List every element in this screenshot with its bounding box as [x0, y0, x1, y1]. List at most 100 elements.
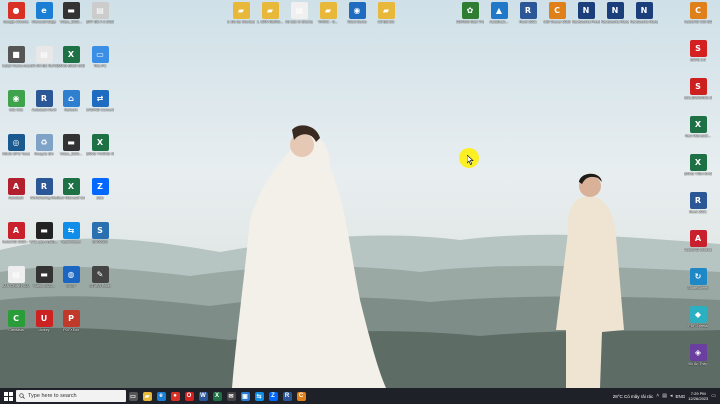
desktop-shortcut[interactable]: ▤ VE bản in Shortcut — [285, 2, 313, 24]
desktop-shortcut[interactable]: ▬ Video_2023... — [30, 266, 58, 288]
desktop-shortcut-label: Microsoft Edge — [32, 20, 56, 24]
desktop-shortcut[interactable]: NNavisworks Freedom 2016 — [572, 2, 600, 24]
desktop-shortcut[interactable]: ▤BẢN CHỈNH SỬA NGHIỆM THU — [2, 266, 30, 288]
desktop-shortcut[interactable]: ▬ BẢN ĐỒ PHẦN... — [30, 222, 58, 244]
edge-icon: e — [35, 2, 53, 19]
desktop-shortcut[interactable]: ↻ ShareScreen — [684, 268, 712, 290]
excel-icon: X — [62, 46, 80, 63]
desktop-shortcut[interactable]: S SAFE 2.0 — [684, 40, 712, 62]
desktop-shortcut[interactable]: ◎ ASUS GPU Tweak — [2, 134, 30, 156]
desktop-shortcut[interactable]: ◆ PDF Xpress — [684, 306, 712, 328]
desktop-shortcut[interactable]: ◉ Cốc Cốc — [2, 90, 30, 112]
teamviewer-icon: ⇆ — [62, 222, 80, 239]
folder-icon: ▰ — [261, 2, 279, 19]
desktop-shortcut[interactable]: SSOLIDWORKS 2023 — [684, 78, 712, 100]
desktop-shortcut[interactable]: P PDFXEdit — [57, 310, 85, 332]
revit-icon: R — [519, 2, 537, 19]
taskbar-app-button[interactable]: O — [182, 388, 196, 404]
desktop-shortcut[interactable]: ⇆ TeamViewer — [57, 222, 85, 244]
desktop-shortcut[interactable]: ● Google Chrome — [2, 2, 30, 24]
desktop-shortcut[interactable]: ▲ AutoDesk... — [485, 2, 513, 24]
taskbar-app-button[interactable]: ▭ — [126, 388, 140, 404]
desktop-shortcut[interactable]: X New Microsoft... — [684, 116, 712, 138]
desktop-shortcut[interactable]: ▤ ĐỒ ÁN BỂ NƯỚC — [30, 46, 58, 68]
word-icon: W — [198, 391, 208, 401]
converter-icon: ⇄ — [91, 90, 109, 107]
desktop-shortcut[interactable]: ✿ADINSS Start Thống Kê... — [456, 2, 484, 24]
taskbar-app-button[interactable]: ▰ — [140, 388, 154, 404]
desktop-shortcut-label: Video_2023... — [59, 152, 83, 156]
desktop-shortcut[interactable]: XBẢNG TÍNH KHỐI LƯỢNG — [684, 154, 712, 176]
taskbar-app-button[interactable]: Z — [266, 388, 280, 404]
desktop-shortcut[interactable]: X BẢNG THỐNG KÊ — [86, 134, 114, 156]
desktop-shortcut[interactable]: ■Install Vrsmo AutoCAD 2020 — [2, 46, 30, 68]
desktop-shortcut[interactable]: C CSI Viewer 2019 — [543, 2, 571, 24]
desktop-shortcut[interactable]: R Revit 2021 — [684, 192, 712, 214]
etabs-icon: ✎ — [91, 266, 109, 283]
weather-widget[interactable]: 28°C Có mây rải rác — [613, 394, 654, 399]
desktop-shortcut[interactable]: U Unikey — [30, 310, 58, 332]
taskbar-app-button[interactable]: ▣ — [238, 388, 252, 404]
taskbar-app-button[interactable]: ● — [168, 388, 182, 404]
desktop-shortcut[interactable]: ▬ Video_2023... — [57, 2, 85, 24]
taskbar-app-button[interactable]: X — [210, 388, 224, 404]
desktop-shortcut[interactable]: ▰ 1. BẢN NEWS... — [256, 2, 284, 24]
taskbar-app-button[interactable]: C — [294, 388, 308, 404]
desktop-shortcut[interactable]: ⇄ CAD/ND Converter — [86, 90, 114, 112]
desktop-shortcut-label: Zalo — [96, 196, 104, 200]
show-hidden-icons-icon[interactable]: ˄ — [656, 393, 659, 399]
revit-icon: R — [689, 192, 707, 209]
desktop-shortcut[interactable]: ♻ Recycle Bin — [30, 134, 58, 156]
solidworks-icon: S — [689, 78, 707, 95]
language-indicator[interactable]: ENG — [675, 394, 685, 399]
desktop-shortcut[interactable]: R Revit 2021 — [514, 2, 542, 24]
desktop-shortcut-label: Google Chrome — [3, 20, 29, 24]
desktop-shortcut[interactable]: e Microsoft Edge — [30, 2, 58, 24]
desktop-shortcut[interactable]: ▰ 3. Đồ dự Shortcut — [227, 2, 255, 24]
desktop-shortcut[interactable]: XNew Microsoft Excel... — [57, 178, 85, 200]
volume-icon[interactable]: ◂ — [670, 393, 673, 399]
notifications-icon[interactable]: ▭ — [711, 393, 716, 399]
desktop-shortcut[interactable]: C AutoCAD CSI 2020 — [684, 2, 712, 24]
task-view-icon: ▭ — [128, 391, 138, 401]
desktop-shortcut[interactable]: Z Zalo — [86, 178, 114, 200]
unikey-icon: U — [35, 310, 53, 327]
revit-icon: R — [282, 391, 292, 401]
desktop-shortcut[interactable]: ✎ ETABS Excel — [86, 266, 114, 288]
desktop-shortcut[interactable]: XBẢNG ĐIỂM GIỮA KỲ — [57, 46, 85, 68]
taskbar-app-button[interactable]: R — [280, 388, 294, 404]
desktop-shortcut[interactable]: NNavisworks Manage 2016 — [601, 2, 629, 24]
taskbar-app-button[interactable]: ✉ — [224, 388, 238, 404]
search-placeholder: Type here to search — [28, 393, 77, 399]
desktop-shortcut[interactable]: ▭ This PC — [86, 46, 114, 68]
taskbar-app-button[interactable]: W — [196, 388, 210, 404]
desktop-shortcut-label: ĐỒ ÁN BỂ NƯỚC — [30, 64, 58, 68]
desktop-shortcut[interactable]: RWorksharing Monitor for... — [30, 178, 58, 200]
desktop-shortcut-label: Navisworks Manage 2016 — [630, 20, 658, 24]
desktop-shortcut[interactable]: AAutoCAD 2020 - Tiếng... — [2, 222, 30, 244]
desktop-shortcut[interactable]: ◈ Đồ Án Thép — [684, 344, 712, 366]
desktop-shortcut[interactable]: A Autodesk — [2, 178, 30, 200]
desktop-shortcut[interactable]: ◍ GXSP — [57, 266, 85, 288]
desktop-shortcut[interactable]: NNavisworks Manage 2016 — [630, 2, 658, 24]
desktop-shortcut[interactable]: R Autodesk Revit — [30, 90, 58, 112]
desktop-shortcut[interactable]: A AutoCAD Shortcut — [684, 230, 712, 252]
desktop-shortcut[interactable]: ◉ Word Sumo — [343, 2, 371, 24]
taskbar-app-button[interactable]: ⇆ — [252, 388, 266, 404]
desktop-shortcut-label: Đồ Án Thép — [688, 362, 708, 366]
desktop-shortcut[interactable]: ⌂ Network — [57, 90, 85, 112]
taskbar-search-box[interactable]: Type here to search — [16, 390, 126, 402]
taskbar-app-button[interactable]: e — [154, 388, 168, 404]
recycle-bin-icon: ♻ — [35, 134, 53, 151]
video-icon: ▬ — [35, 266, 53, 283]
desktop-shortcut[interactable]: ▰ VRWC - S... — [314, 2, 342, 24]
clock[interactable]: 7:29 PM 12/26/2023 — [688, 391, 708, 401]
desktop-shortcut[interactable]: C Camtasia — [2, 310, 30, 332]
start-button[interactable] — [0, 388, 16, 404]
desktop-shortcut[interactable]: ▤BẢY ĐÊ A 3 2023.xlsx — [86, 2, 114, 24]
desktop-shortcut[interactable]: ▰ Cổ Bài Đồ — [372, 2, 400, 24]
desktop-shortcut[interactable]: S SAP2000 — [86, 222, 114, 244]
desktop-shortcut-label: SAFE 2.0 — [690, 58, 706, 62]
network-icon[interactable]: ▤ — [662, 393, 667, 399]
desktop-shortcut[interactable]: ▬ Video_2023... — [57, 134, 85, 156]
